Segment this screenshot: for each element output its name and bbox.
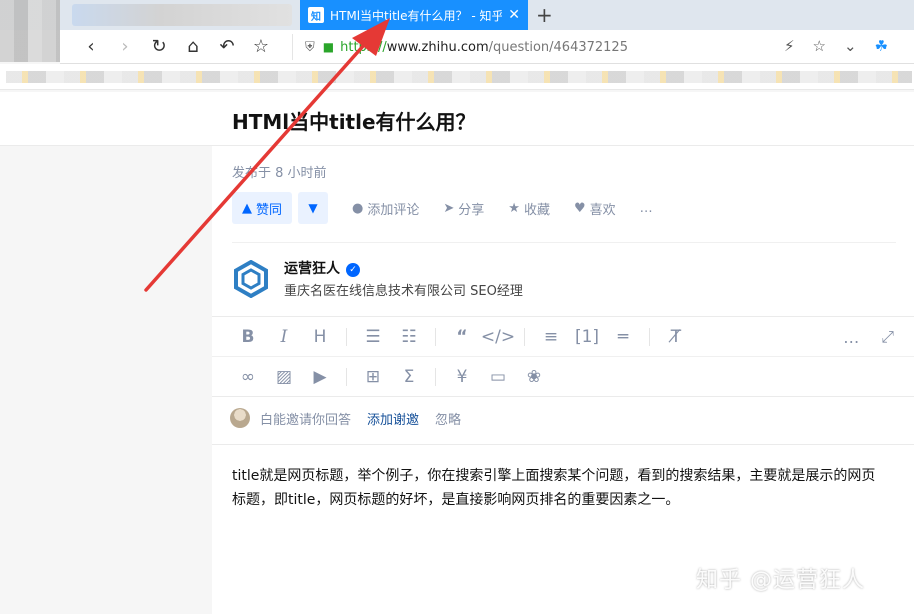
forward-icon[interactable]: › [114,36,136,57]
separator [435,327,436,346]
expand-icon[interactable]: ⤢ [881,327,894,347]
more-options-icon[interactable]: … [843,328,859,347]
quote-icon[interactable]: “ [444,327,480,347]
like-button[interactable]: ♥ 喜欢 [574,199,616,218]
lock-icon: ■ [322,40,335,54]
invite-text: 白能邀请你回答 [260,412,352,428]
share-icon: ➤ [443,200,455,216]
blurred-avatar [0,0,60,62]
url-path: /question/464372125 [488,39,628,55]
author-avatar[interactable] [232,260,270,298]
bookmark-star-icon[interactable]: ☆ [813,37,826,55]
question-header: HTMl当中title有什么用？ [0,92,914,146]
star-icon[interactable]: ☆ [250,36,272,57]
align-icon[interactable]: ≡ [533,327,569,347]
chevron-down-icon[interactable]: ⌄ [844,37,857,55]
blurred-bookmarks[interactable] [6,71,912,83]
tab-title: HTMl当中title有什么用？ - 知乎 [330,8,503,23]
separator [346,327,347,346]
share-label: 分享 [458,202,485,218]
code-icon[interactable]: </> [480,327,516,347]
separator [435,367,436,386]
unordered-list-icon[interactable]: ☷ [391,327,427,347]
tab-zhihu-question[interactable]: 知 HTMl当中title有什么用？ - 知乎 ✕ [300,0,528,30]
heart-icon: ♥ [573,200,586,216]
vote-up-label: 赞同 [256,202,283,218]
author-description: 重庆名医在线信息技术有限公司 SEO经理 [284,284,523,299]
collect-label: 收藏 [523,202,550,218]
shield-icon: ⛨ [305,39,315,55]
triangle-down-icon: ▼ [308,201,318,215]
url-host: www.zhihu.com [386,39,489,55]
table-icon[interactable]: ⊞ [355,367,391,387]
undo-icon[interactable]: ↶ [216,36,238,57]
crab-icon[interactable]: ❀ [516,367,552,387]
paw-icon[interactable]: ☘ [875,37,888,55]
author-name-text: 运营狂人 [284,261,340,277]
home-icon[interactable]: ⌂ [182,36,204,57]
heading-icon[interactable]: H [302,327,338,347]
lightning-icon[interactable]: ⚡ [784,37,795,55]
ordered-list-icon[interactable]: ☰ [355,327,391,347]
tab-bar: 知 HTMl当中title有什么用？ - 知乎 ✕ + [0,0,914,30]
page-background [0,146,212,614]
video-icon[interactable]: ▶ [302,367,338,387]
vote-down-button[interactable]: ▼ [298,192,329,224]
bookmarks-bar [0,64,914,90]
share-button[interactable]: ➤ 分享 [443,199,484,218]
separator [649,327,650,346]
add-thanks-link[interactable]: 添加谢邀 [367,409,419,428]
comment-icon: ● [352,200,364,216]
answer-body[interactable]: title就是网页标题，举个例子，你在搜索引擎上面搜索某个问题，看到的搜索结果，… [232,464,884,512]
blurred-tab[interactable] [72,4,292,26]
separator [346,367,347,386]
formula-icon[interactable]: Σ [391,367,427,387]
footnote-icon[interactable]: [1] [569,327,605,347]
triangle-up-icon: ▲ [242,200,252,216]
author-name[interactable]: 运营狂人 ✓ [284,258,360,278]
folder-icon[interactable]: ▭ [480,367,516,387]
divider [232,242,896,243]
url-scheme: https:// [340,39,387,55]
money-bag-icon[interactable]: ¥ [444,367,480,387]
zhihu-favicon-icon: 知 [308,7,324,23]
refresh-icon[interactable]: ↻ [148,36,170,57]
like-label: 喜欢 [589,202,616,218]
invite-row: 白能邀请你回答 添加谢邀 忽略 [230,408,461,428]
divider [212,444,914,445]
answer-actions: ▲ 赞同 ▼ ● 添加评论 ➤ 分享 ★ 收藏 ♥ 喜欢 … [232,192,655,224]
separator [524,327,525,346]
divider-line-icon[interactable]: ═ [605,327,641,347]
inviter-avatar[interactable] [230,408,250,428]
back-icon[interactable]: ‹ [80,36,102,57]
comment-label: 添加评论 [367,202,420,218]
verified-badge-icon: ✓ [346,263,360,277]
more-icon[interactable]: … [640,201,655,216]
collect-button[interactable]: ★ 收藏 [508,199,550,218]
bold-icon[interactable]: B [230,327,266,347]
close-icon[interactable]: ✕ [508,7,520,23]
question-title: HTMl当中title有什么用？ [232,110,476,134]
answer-card: 发布于 8 小时前 ▲ 赞同 ▼ ● 添加评论 ➤ 分享 ★ 收藏 ♥ 喜欢 … [212,146,914,614]
ignore-link[interactable]: 忽略 [435,409,461,428]
clear-format-icon[interactable]: T̸ [658,327,694,347]
comment-button[interactable]: ● 添加评论 [352,199,419,218]
star-icon: ★ [508,200,520,216]
browser-toolbar: ‹ › ↻ ⌂ ↶ ☆ ⛨ ■ https:// www.zhihu.com /… [60,30,914,64]
new-tab-button[interactable]: + [536,3,553,27]
answer-time: 发布于 8 小时前 [232,166,327,181]
vote-up-button[interactable]: ▲ 赞同 [232,192,293,224]
watermark: 知乎 @运营狂人 [696,568,865,593]
link-icon[interactable]: ∞ [230,367,266,387]
image-icon[interactable]: ▨ [266,367,302,387]
italic-icon[interactable]: I [266,327,302,347]
address-bar[interactable]: ⛨ ■ https:// www.zhihu.com /question/464… [292,34,832,60]
